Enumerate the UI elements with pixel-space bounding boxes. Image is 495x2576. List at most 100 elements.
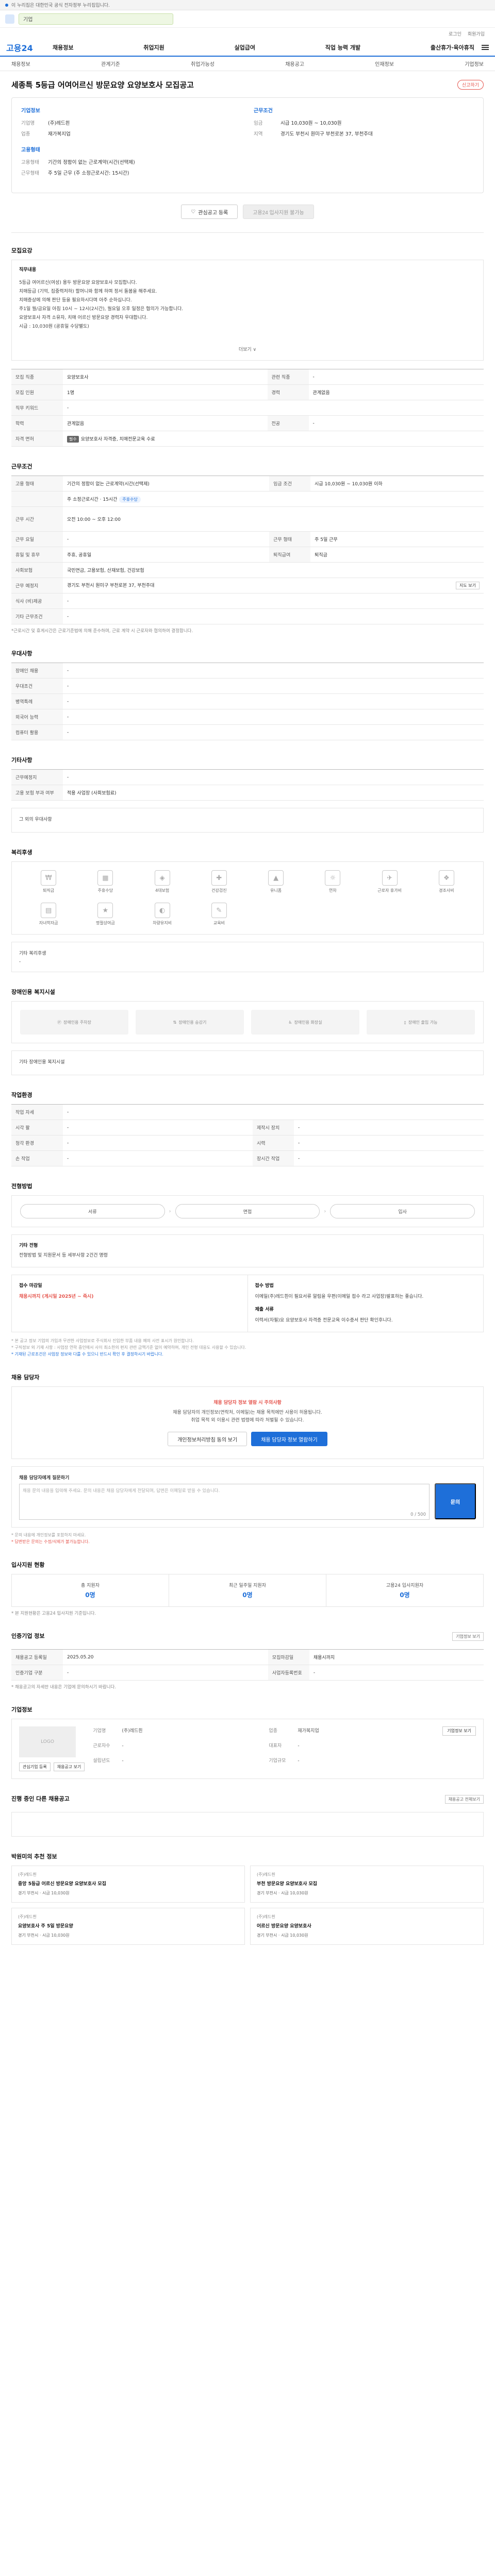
- nav-item-training[interactable]: 직업 능력 개발: [325, 43, 360, 52]
- book-icon: ▤: [41, 903, 57, 918]
- table-row: 병역특례 -: [11, 693, 484, 709]
- section-title: 박원미의 추천 정보: [11, 1853, 57, 1860]
- section-title: 장애인용 복지시설: [11, 989, 55, 995]
- recent-section: 진행 중인 다른 채용공고 채용공고 전체보기: [0, 1790, 495, 1837]
- page: 이 누리집은 대한민국 공식 전자정부 누리집입니다. 기업 로그인 회원가입 …: [0, 0, 495, 1945]
- welfare-item: ✚ 건강검진: [191, 870, 248, 893]
- apply-method: 접수 방법 이메일(주)레드흰이 필요서류 알림을 우편(이메일 접수 라고 사…: [247, 1275, 484, 1332]
- nav-item-jobs[interactable]: 채용정보: [53, 43, 73, 52]
- manager-buttons: 개인정보처리방침 동의 보기 채용 담당자 정보 열람하기: [20, 1432, 475, 1446]
- table-row: 근무 요일 - 근무 형태 주 5일 근무: [11, 531, 484, 547]
- more-button[interactable]: 더보기 ∨: [19, 346, 476, 354]
- disabled-item: ▯ 장애인 출입 가능: [367, 1010, 475, 1035]
- recommend-card[interactable]: (주)레드흰 요양보호사 주 5일 방문요양 경기 부천시 · 시급 10,03…: [11, 1908, 245, 1945]
- status-cards: 총 지원자 0명 최근 일주일 지원자 0명 고용24 입사지원자 0명: [11, 1574, 484, 1607]
- login-link[interactable]: 로그인: [449, 30, 461, 37]
- section-title: 모집요강: [11, 247, 32, 254]
- nav-item-support[interactable]: 취업지원: [143, 43, 164, 52]
- report-button[interactable]: 신고하기: [457, 80, 484, 90]
- recent-bar: 진행 중인 다른 채용공고 채용공고 전체보기: [11, 1790, 484, 1808]
- company-jobs-button[interactable]: 채용공고 보기: [53, 1762, 85, 1771]
- recruit-content: 직무내용 5등급 여어르신(여성) 용두 방문요양 요양보호사 모집합니다. 치…: [11, 260, 484, 361]
- table-row: 자격 면허 필수 요양보호사 자격증, 치매전문교육 수료: [11, 431, 484, 447]
- nav-item-unemployment[interactable]: 실업급여: [234, 43, 255, 52]
- sub-nav-item[interactable]: 인재정보: [375, 60, 394, 67]
- table-row: 고용 형태 기간의 정함이 없는 근로계약(시간(선택제) 임금 조건 시급 1…: [11, 476, 484, 492]
- section-title: 우대사항: [11, 650, 32, 657]
- condition-note: *근로시간 및 휴게시간은 근로기준법에 의해 준수하며, 근로 계약 시 근로…: [11, 629, 193, 634]
- sub-nav-item[interactable]: 채용공고: [285, 60, 304, 67]
- elevator-icon: ⇅: [173, 1020, 177, 1025]
- welfare-item: ▤ 자녀학자금: [20, 903, 77, 926]
- table-row: 휴일 및 휴무 주휴, 공휴일 퇴직급여 퇴직금: [11, 547, 484, 563]
- process-step: 입사: [330, 1204, 475, 1218]
- hamburger-menu-icon[interactable]: [482, 45, 489, 50]
- recent-list: [11, 1812, 484, 1837]
- privacy-policy-button[interactable]: 개인정보처리방침 동의 보기: [168, 1432, 248, 1446]
- status-note: * 본 지원현황은 고용24 입사지원 기준입니다.: [11, 1611, 96, 1616]
- view-manager-button[interactable]: 채용 담당자 정보 열람하기: [251, 1432, 327, 1446]
- process-section: 전형방법 서류 › 면접 › 입사 기타 전형 전형방법 및 지원문서 등 세부…: [0, 1178, 495, 1358]
- table-row: 컴퓨터 활용 -: [11, 724, 484, 740]
- jobinfo-table: 채용공고 등록일 2025.05.20 모집마감일 채용시까지 인증기업 구분 - 사…: [11, 1649, 484, 1681]
- process-steps: 서류 › 면접 › 입사: [11, 1195, 484, 1227]
- jobinfo-button[interactable]: 기업정보 보기: [452, 1632, 484, 1641]
- sub-nav-item[interactable]: 관계기준: [101, 60, 120, 67]
- inquiry-notes: * 문의 내용에 개인정보를 포함하지 마세요. * 답변받은 문의는 수정/삭…: [11, 1533, 90, 1544]
- favorite-company-button[interactable]: 관심기업 등록: [19, 1762, 51, 1771]
- section-title: 복리후생: [11, 849, 32, 856]
- job-header: 세종특 5등급 어여어르신 방문요양 요양보호사 모집공고 신고하기 기업정보 …: [0, 71, 495, 219]
- recruit-table: 모집 직종 요양보호사 관련 직종 - 모집 인원 1명 경력 관계없음 직무 키워드 -…: [11, 369, 484, 447]
- scrap-button[interactable]: ♡ 관심공고 등록: [181, 205, 238, 219]
- table-row: 기타 근무조건 -: [11, 608, 484, 624]
- main-nav-list: 채용정보 취업지원 실업급여 직업 능력 개발 출산휴가·육아휴직: [53, 43, 474, 52]
- table-row: 모집 인원 1명 경력 관계없음: [11, 384, 484, 400]
- recruit-line: 치매등급 (기억, 집중력저하) 할머니와 함께 하며 정서 돌봄을 해주세요.: [19, 289, 157, 294]
- flag-icon: [5, 3, 8, 7]
- search-strip: 기업: [0, 10, 495, 28]
- status-section: 입사지원 현황 총 지원자 0명 최근 일주일 지원자 0명 고용24 입사지원자 0…: [0, 1556, 495, 1616]
- recommend-card[interactable]: (주)레드흰 부천 방문요양 요양보호사 모집 경기 부천시 · 시급 10,0…: [250, 1866, 484, 1903]
- recruit-line: 주1일 월/금요일 아침 10시 ~ 12시(2시간), 월요일 오후 일정은 …: [19, 307, 184, 312]
- inquiry-textarea[interactable]: 채용 문의 내용을 입력해 주세요. 문의 내용은 채용 담당자에게 전달되며,…: [19, 1484, 430, 1520]
- company-info-button[interactable]: 기업정보 보기: [442, 1726, 476, 1736]
- recommend-card[interactable]: (주)레드흰 어르신 방문요양 요양보호사 경기 부천시 · 시급 10,030…: [250, 1908, 484, 1945]
- summary-row: 업종 재가복지업: [21, 131, 71, 137]
- map-button[interactable]: 지도 보기: [456, 582, 480, 589]
- site-logo[interactable]: 고용24: [6, 41, 53, 54]
- nav-item-leave[interactable]: 출산휴가·육아휴직: [431, 43, 474, 52]
- sub-nav-item[interactable]: 채용정보: [11, 60, 30, 67]
- process-detail: 기타 전형 전형방법 및 지원문서 등 세부사항 2건건 명령: [11, 1234, 484, 1267]
- welfare-section: 복리후생 ₩ 퇴직금 ▦ 주휴수당 ◈ 4대보험 ✚ 건강검진 ▲ 유니폼 ☼ 연차 ✈ 근로…: [0, 844, 495, 972]
- table-row: 모집 직종 요양보호사 관련 직종 -: [11, 369, 484, 385]
- signup-link[interactable]: 회원가입: [468, 30, 485, 37]
- divider: [11, 232, 484, 233]
- gov-notice-bar: 이 누리집은 대한민국 공식 전자정부 누리집입니다.: [0, 0, 495, 10]
- table-row: 근무 예정지 경기도 부천시 원미구 부천로본 37, 부천주대 지도 보기: [11, 578, 484, 594]
- recent-all-link[interactable]: 채용공고 전체보기: [444, 1794, 484, 1804]
- summary-row: 임금 시급 10,030원 ~ 10,030원: [254, 121, 342, 126]
- table-row: 근무 시간 오전 10:00 ~ 오후 12:00: [11, 506, 484, 532]
- plane-icon: ✈: [382, 870, 398, 886]
- manager-box: 채용 담당자 정보 열람 시 주의사항 채용 담당자의 개인정보(연락처, 이메…: [11, 1386, 484, 1459]
- other-section: 기타사항 근무예정지 - 고용 보험 부과 여부 적용 사업장 (사회보험료) 그 …: [0, 752, 495, 833]
- inquiry-submit-button[interactable]: 문의: [435, 1483, 476, 1519]
- inquiry-left: 채용 담당자에게 질문하기 채용 문의 내용을 입력해 주세요. 문의 내용은 …: [19, 1474, 430, 1520]
- recommend-card[interactable]: (주)레드흰 중앙 5등급 어르신 방문요양 요양보호사 모집 경기 부천시 ·…: [11, 1866, 245, 1903]
- condition-table: 고용 형태 기간의 정함이 없는 근로계약(시간(선택제) 임금 조건 시급 1…: [11, 476, 484, 624]
- shirt-icon: ▲: [268, 870, 284, 886]
- welfare-item: ◐ 차량유지비: [134, 903, 191, 926]
- search-input[interactable]: 기업: [19, 13, 173, 25]
- sub-nav-item[interactable]: 기업정보: [465, 60, 484, 67]
- apply-button[interactable]: 고용24 입사지원 불가능: [243, 205, 314, 219]
- table-row: 주 소정근로시간 · 15시간 주휴수당: [11, 491, 484, 507]
- jobinfo-note: * 채용공고의 자세한 내용은 기업에 문의하시기 바랍니다.: [11, 1685, 117, 1690]
- disabled-item: ♿ 장애인용 화장실: [251, 1010, 359, 1035]
- recruit-line: 요양보호사 자격 소유자, 치매 어르신 방문요양 경력자 우대합니다.: [19, 315, 148, 320]
- welfare-item: ▲ 유니폼: [248, 870, 304, 893]
- welfare-icons: ₩ 퇴직금 ▦ 주휴수당 ◈ 4대보험 ✚ 건강검진 ▲ 유니폼 ☼ 연차 ✈ 근로자 휴가비…: [11, 861, 484, 935]
- apply-info: 접수 마감일 채용시까지 (게시일 2025년 ~ 즉시) 접수 방법 이메일(…: [11, 1275, 484, 1332]
- health-icon: ✚: [211, 870, 227, 886]
- welfare-item: ✈ 근로자 휴가비: [361, 870, 418, 893]
- sub-nav-item[interactable]: 취업가능성: [191, 60, 214, 67]
